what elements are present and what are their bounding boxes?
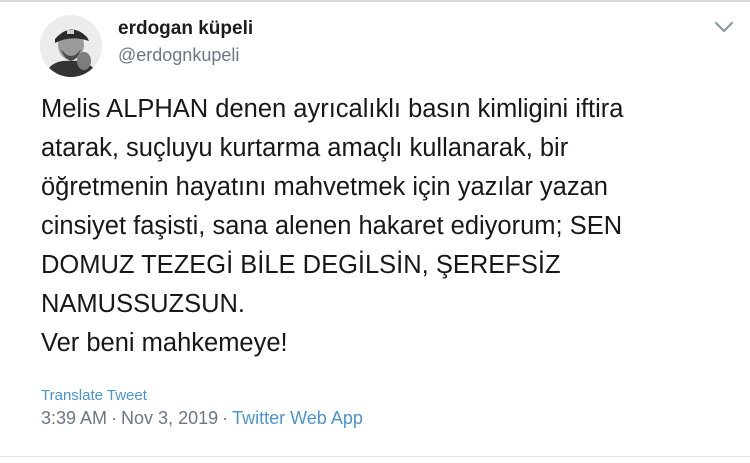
avatar[interactable] bbox=[40, 15, 102, 77]
tweet-text-line: DOMUZ TEZEGİ BİLE DEGİLSİN, ŞEREFSİZ bbox=[41, 251, 561, 279]
tweet-text-line: NAMUSSUZSUN. bbox=[41, 290, 246, 318]
tweet-card: erdogan küpeli @erdognkupeli Melis ALPHA… bbox=[0, 0, 750, 463]
chevron-down-icon[interactable] bbox=[714, 20, 734, 34]
tweet-text-line: Ver beni mahkemeye! bbox=[41, 329, 288, 357]
tweet-text: Melis ALPHAN denen ayrıcalıklı basın kim… bbox=[41, 90, 741, 363]
tweet-text-line: cinsiyet faşisti, sana alenen hakaret ed… bbox=[41, 212, 623, 240]
tweet-text-line: Melis ALPHAN denen ayrıcalıklı basın kim… bbox=[41, 95, 624, 123]
bottom-divider bbox=[0, 456, 750, 457]
tweet-source-link[interactable]: Twitter Web App bbox=[232, 408, 363, 428]
tweet-metadata: 3:39 AM · Nov 3, 2019 · Twitter Web App bbox=[41, 408, 363, 429]
author-display-name[interactable]: erdogan küpeli bbox=[118, 18, 253, 40]
metadata-separator: · bbox=[222, 408, 229, 428]
avatar-image bbox=[40, 15, 102, 77]
tweet-text-line: öğretmenin hayatını mahvetmek için yazıl… bbox=[41, 173, 608, 201]
tweet-text-line: atarak, suçluyu kurtarma amaçlı kullanar… bbox=[41, 134, 569, 162]
tweet-date[interactable]: Nov 3, 2019 bbox=[121, 408, 218, 428]
tweet-time[interactable]: 3:39 AM bbox=[41, 408, 107, 428]
top-divider bbox=[0, 0, 750, 2]
metadata-separator: · bbox=[111, 408, 118, 428]
author-handle[interactable]: @erdognkupeli bbox=[118, 45, 239, 66]
translate-tweet-link[interactable]: Translate Tweet bbox=[41, 387, 147, 404]
